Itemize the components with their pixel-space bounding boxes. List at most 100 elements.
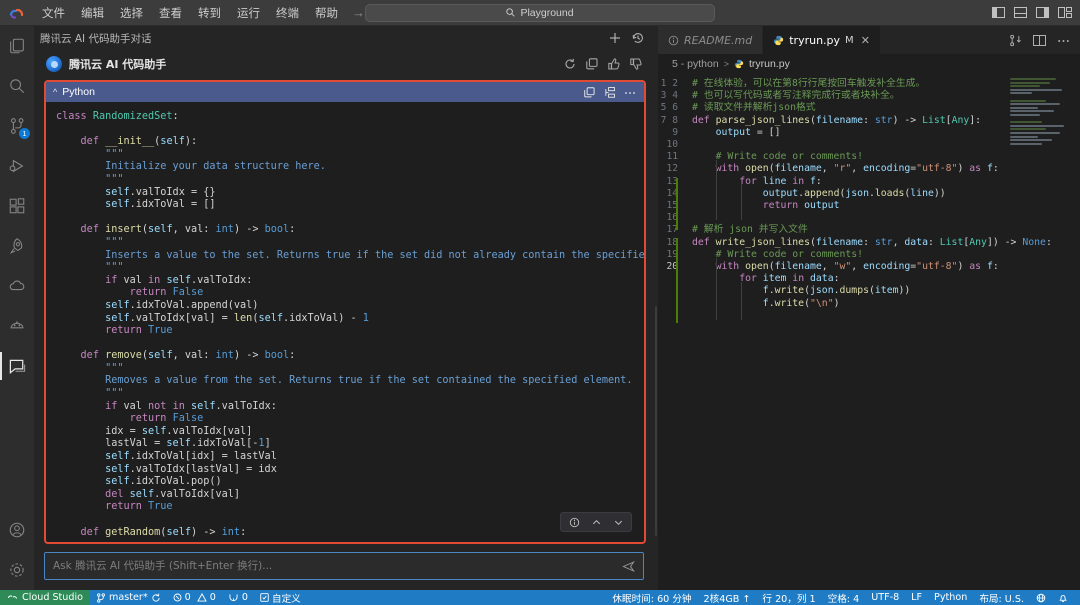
send-icon[interactable] xyxy=(622,560,635,573)
chat-header-actions xyxy=(609,32,644,44)
status-language-mode[interactable]: Python xyxy=(928,592,973,603)
codeblock-wrapper: ^ Python xyxy=(34,80,654,544)
status-cursor-position[interactable]: 行 20，列 1 xyxy=(756,591,821,605)
search-icon xyxy=(506,8,515,17)
toggle-primary-sidebar-icon[interactable] xyxy=(992,7,1005,18)
status-branch[interactable]: master* xyxy=(90,592,167,603)
python-icon xyxy=(773,35,784,46)
status-remote[interactable]: Cloud Studio xyxy=(0,590,90,605)
sidebar-item-deploy[interactable] xyxy=(0,226,34,266)
command-center[interactable]: Playground xyxy=(365,4,715,22)
status-line-ending[interactable]: LF xyxy=(905,592,928,603)
sidebar-item-cloud[interactable] xyxy=(0,266,34,306)
close-icon[interactable]: ✕ xyxy=(861,34,870,47)
status-bar: Cloud Studio master* 0 0 xyxy=(0,590,1080,605)
editor-scrollbar[interactable] xyxy=(1068,74,1076,590)
chat-input[interactable] xyxy=(53,560,616,572)
chevron-up-icon[interactable]: ^ xyxy=(53,87,57,97)
status-warnings-count: 0 xyxy=(210,592,216,603)
editor-tabs: README.md tryrun.py M ✕ xyxy=(658,26,1080,54)
codeblock-language: Python xyxy=(62,86,95,98)
sync-icon[interactable] xyxy=(151,593,161,603)
menu-bar: 文件 编辑 选择 查看 转到 运行 终端 帮助 xyxy=(34,2,346,24)
workbench-body: 1 xyxy=(0,26,1080,590)
status-custom-label: 自定义 xyxy=(272,591,301,605)
menu-edit[interactable]: 编辑 xyxy=(73,2,112,24)
codeblock-scroll[interactable]: class RandomizedSet: def __init__(self):… xyxy=(46,102,644,542)
git-modified-marker xyxy=(676,178,678,230)
indent-guide xyxy=(716,160,717,220)
menu-go[interactable]: 转到 xyxy=(190,2,229,24)
bell-icon[interactable] xyxy=(1052,593,1074,603)
chevron-right-icon: > xyxy=(724,59,729,69)
arrow-forward-icon[interactable]: → xyxy=(352,5,365,20)
tab-readme[interactable]: README.md xyxy=(658,26,763,54)
customize-layout-icon[interactable] xyxy=(1058,7,1072,18)
sidebar-item-run-and-debug[interactable] xyxy=(0,146,34,186)
status-keyboard-layout[interactable]: 布局: U.S. xyxy=(973,591,1030,605)
cloud-studio-logo xyxy=(0,6,34,20)
code-editor[interactable]: 1 2 3 4 5 6 7 8 9 10 11 12 13 14 15 16 1… xyxy=(658,74,1080,590)
tab-label: README.md xyxy=(684,34,752,47)
status-machine-spec[interactable]: 2核4GB ↑ xyxy=(698,591,757,605)
status-encoding[interactable]: UTF-8 xyxy=(865,592,905,603)
thumbs-down-icon[interactable] xyxy=(630,58,642,70)
git-modified-marker xyxy=(676,238,678,323)
insert-at-cursor-icon[interactable] xyxy=(604,87,615,98)
status-problems[interactable]: 0 0 xyxy=(167,592,222,603)
ellipsis-icon[interactable] xyxy=(1057,35,1070,46)
toggle-panel-icon[interactable] xyxy=(1014,7,1027,18)
codeblock-content: class RandomizedSet: def __init__(self):… xyxy=(56,111,634,539)
status-indentation[interactable]: 空格: 4 xyxy=(822,591,866,605)
arrow-left-icon[interactable]: ← xyxy=(325,5,338,20)
copy-icon[interactable] xyxy=(586,58,598,70)
editor-minimap[interactable] xyxy=(1010,78,1066,158)
history-icon[interactable] xyxy=(632,32,644,44)
status-hibernate-time[interactable]: 休眠时间: 60 分钟 xyxy=(606,591,697,605)
refresh-icon[interactable] xyxy=(564,58,576,70)
menu-view[interactable]: 查看 xyxy=(151,2,190,24)
menu-selection[interactable]: 选择 xyxy=(112,2,151,24)
breadcrumb-file[interactable]: tryrun.py xyxy=(749,58,790,70)
codeblock-actions xyxy=(584,87,636,98)
sidebar-item-ai-agent[interactable] xyxy=(0,306,34,346)
menu-run[interactable]: 运行 xyxy=(229,2,268,24)
breadcrumb-root[interactable]: 5 - python xyxy=(672,58,719,70)
globe-icon[interactable] xyxy=(1030,593,1052,603)
assistant-code-block: ^ Python xyxy=(44,80,646,544)
line-number: 11 xyxy=(666,151,678,162)
status-ports[interactable]: 0 xyxy=(222,592,254,603)
sidebar-item-extensions[interactable] xyxy=(0,186,34,226)
sidebar-item-source-control[interactable]: 1 xyxy=(0,106,34,146)
layout-editor-icon[interactable] xyxy=(1033,35,1046,46)
chat-input-container[interactable] xyxy=(44,552,644,580)
sidebar-item-search[interactable] xyxy=(0,66,34,106)
gear-icon[interactable] xyxy=(0,550,34,590)
thumbs-up-icon[interactable] xyxy=(608,58,620,70)
editor-area: README.md tryrun.py M ✕ xyxy=(658,26,1080,590)
plus-icon[interactable] xyxy=(609,32,621,44)
ellipsis-icon[interactable] xyxy=(624,87,636,98)
sidebar-item-explorer[interactable] xyxy=(0,26,34,66)
split-editor-icon[interactable] xyxy=(1009,34,1022,47)
title-bar: 文件 编辑 选择 查看 转到 运行 终端 帮助 ← → Playground xyxy=(0,0,1080,26)
warning-icon xyxy=(197,593,207,602)
menu-terminal[interactable]: 终端 xyxy=(268,2,307,24)
account-icon[interactable] xyxy=(0,510,34,550)
line-number: 10 xyxy=(666,139,678,150)
info-icon[interactable] xyxy=(564,513,584,531)
chevron-down-icon[interactable] xyxy=(608,513,628,531)
chevron-up-icon[interactable] xyxy=(586,513,606,531)
copy-icon[interactable] xyxy=(584,87,595,98)
chat-panel-title: 腾讯云 AI 代码助手对话 xyxy=(40,31,151,46)
status-bar-right: 休眠时间: 60 分钟 2核4GB ↑ 行 20，列 1 空格: 4 UTF-8… xyxy=(606,591,1080,605)
tab-tryrun-py[interactable]: tryrun.py M ✕ xyxy=(763,26,881,54)
custom-icon xyxy=(260,593,269,602)
status-custom[interactable]: 自定义 xyxy=(254,591,307,605)
menu-file[interactable]: 文件 xyxy=(34,2,73,24)
activity-bar: 1 xyxy=(0,26,34,590)
status-ports-count: 0 xyxy=(242,592,248,603)
tab-label: tryrun.py xyxy=(789,34,840,47)
sidebar-item-ai-chat[interactable] xyxy=(0,346,34,386)
toggle-secondary-sidebar-icon[interactable] xyxy=(1036,7,1049,18)
